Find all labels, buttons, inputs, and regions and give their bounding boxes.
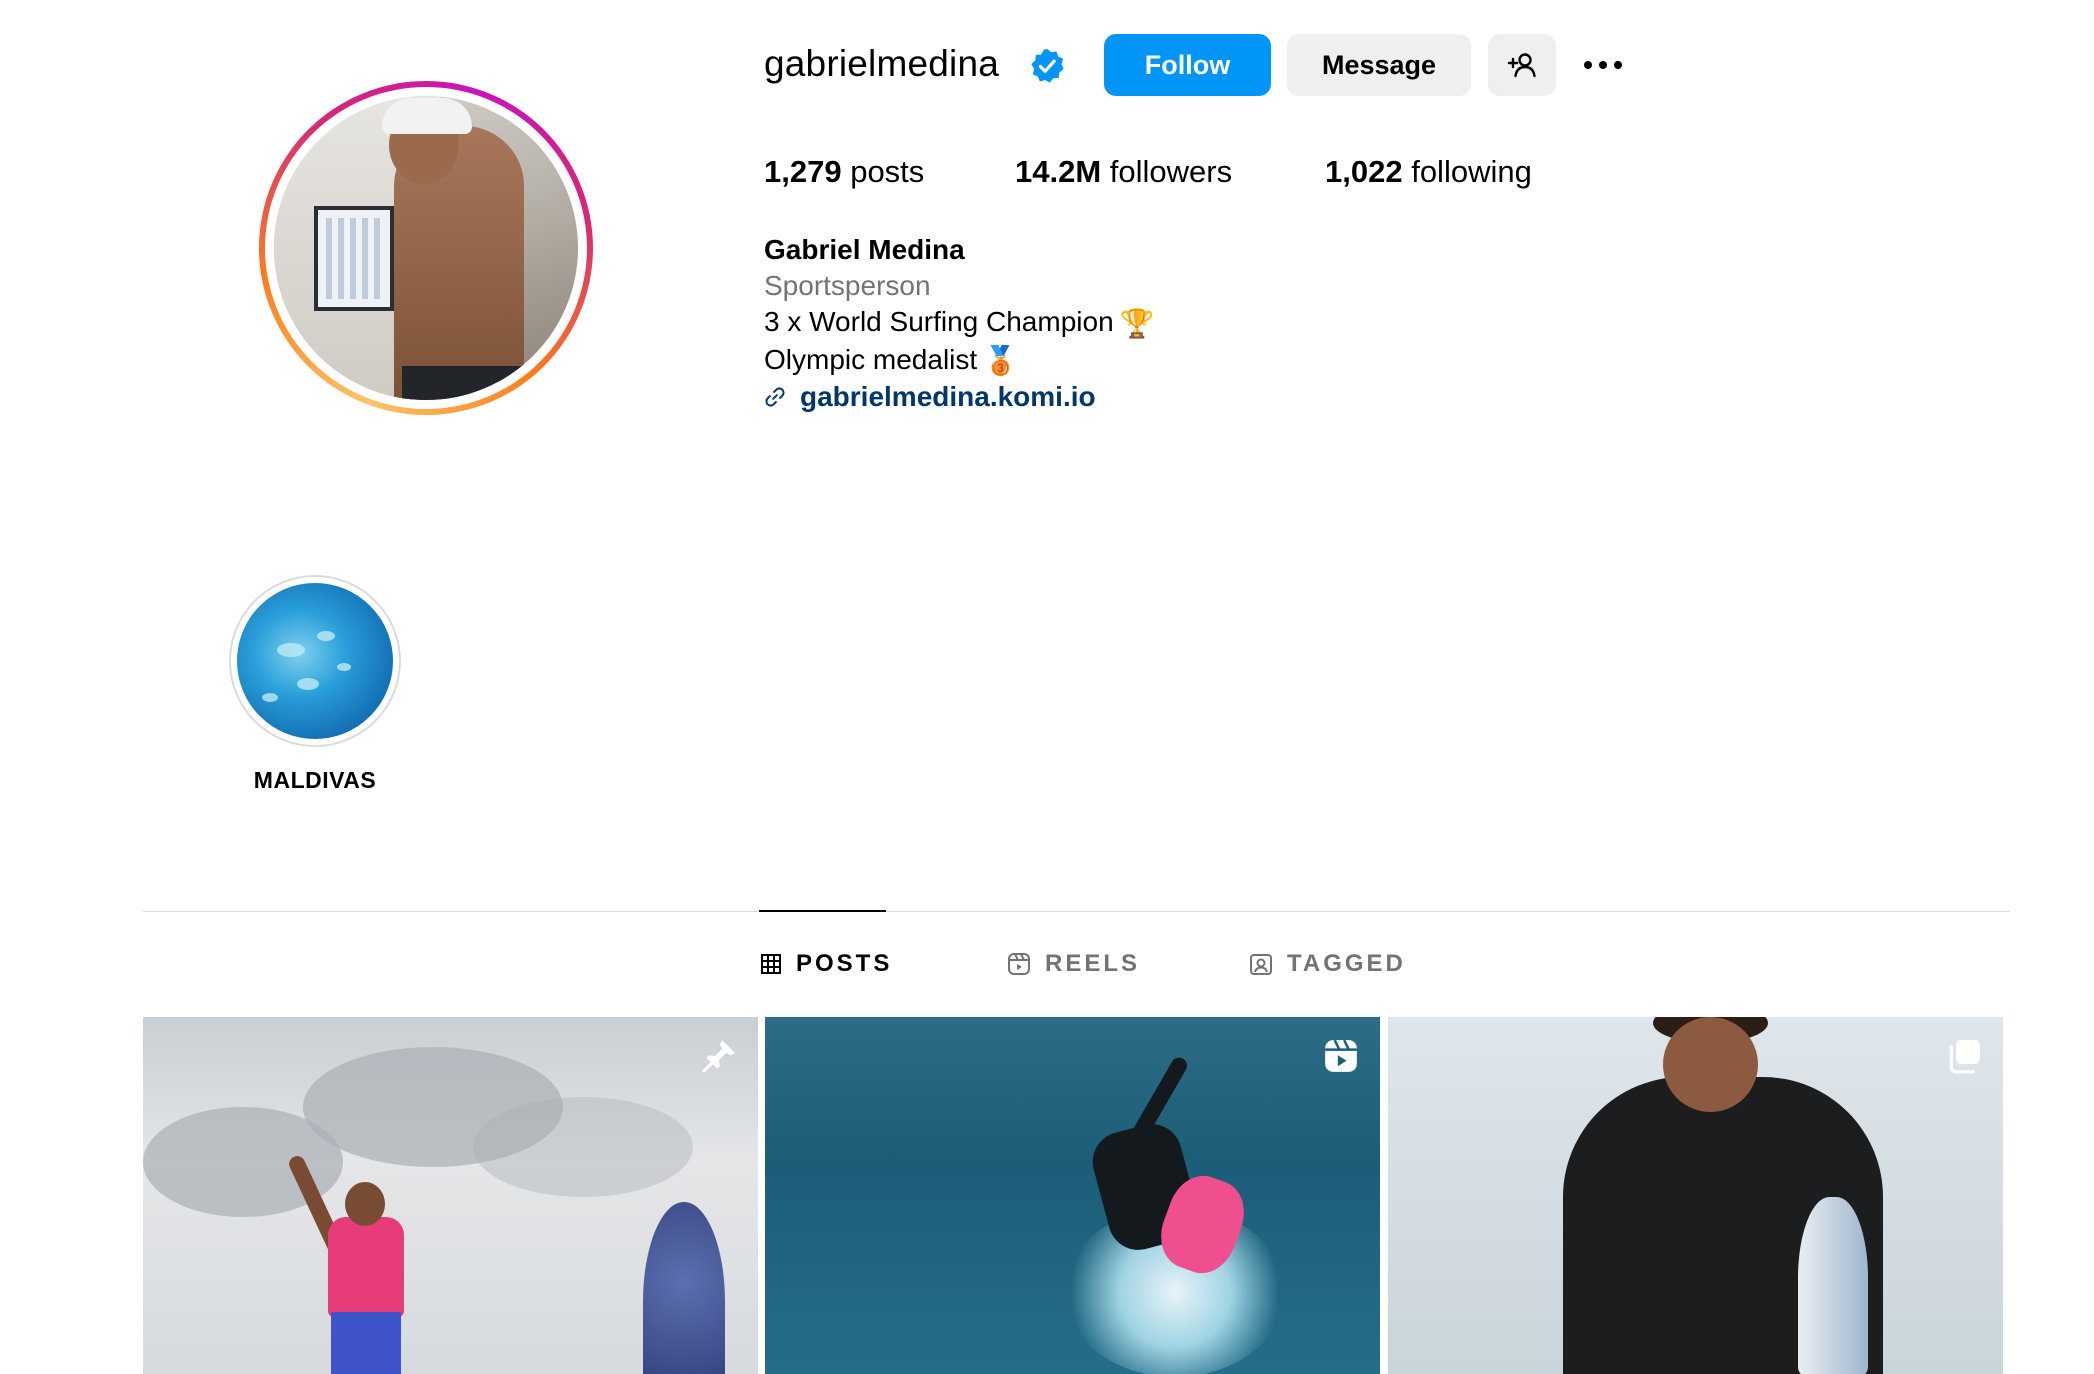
grid-icon <box>761 954 781 974</box>
add-user-icon <box>1507 53 1536 78</box>
tab-posts[interactable]: POSTS <box>760 950 892 978</box>
reels-icon <box>1008 953 1030 975</box>
tagged-icon <box>1250 954 1272 975</box>
bio-line-1: 3 x World Surfing Champion 🏆 <box>764 304 1155 342</box>
tab-tagged[interactable]: TAGGED <box>1249 950 1406 978</box>
carousel-icon <box>1949 1040 1980 1074</box>
trophy-emoji: 🏆 <box>1119 307 1155 339</box>
following-count-stat[interactable]: 1,022 following <box>1325 154 1532 190</box>
tabs-divider <box>143 911 2010 912</box>
posts-count-stat: 1,279 posts <box>764 154 925 189</box>
story-highlight-maldivas[interactable]: MALDIVAS <box>229 575 401 794</box>
profile-full-name: Gabriel Medina <box>764 234 965 265</box>
verified-badge-icon <box>1031 48 1064 83</box>
pin-icon <box>702 1040 735 1073</box>
post-tile[interactable] <box>143 1017 758 1374</box>
post-tile[interactable] <box>765 1017 1380 1374</box>
active-tab-indicator <box>759 910 886 912</box>
highlight-label: MALDIVAS <box>253 767 377 793</box>
avatar-photo <box>274 96 578 400</box>
message-button[interactable]: Message <box>1287 34 1471 96</box>
profile-page: gabrielmedina Follow Message 1,279 posts… <box>0 0 2094 1374</box>
profile-bio: Gabriel Medina Sportsperson 3 x World Su… <box>764 232 1155 415</box>
follow-button[interactable]: Follow <box>1104 34 1271 96</box>
reel-badge-icon <box>1325 1039 1357 1072</box>
more-options-icon[interactable] <box>1578 50 1628 80</box>
bio-line-2: Olympic medalist 🥉 <box>764 342 1155 380</box>
profile-category: Sportsperson <box>764 270 931 301</box>
profile-username: gabrielmedina <box>764 43 1000 84</box>
post-tile[interactable] <box>1388 1017 2003 1374</box>
bronze-medal-emoji: 🥉 <box>983 345 1019 377</box>
tab-reels[interactable]: REELS <box>1007 950 1140 978</box>
link-icon <box>765 387 785 407</box>
highlight-cover <box>237 583 393 739</box>
profile-avatar[interactable] <box>259 81 593 415</box>
suggest-accounts-button[interactable] <box>1488 34 1556 96</box>
followers-count-stat[interactable]: 14.2M followers <box>1015 154 1232 190</box>
bio-link[interactable]: gabrielmedina.komi.io <box>764 379 1155 415</box>
